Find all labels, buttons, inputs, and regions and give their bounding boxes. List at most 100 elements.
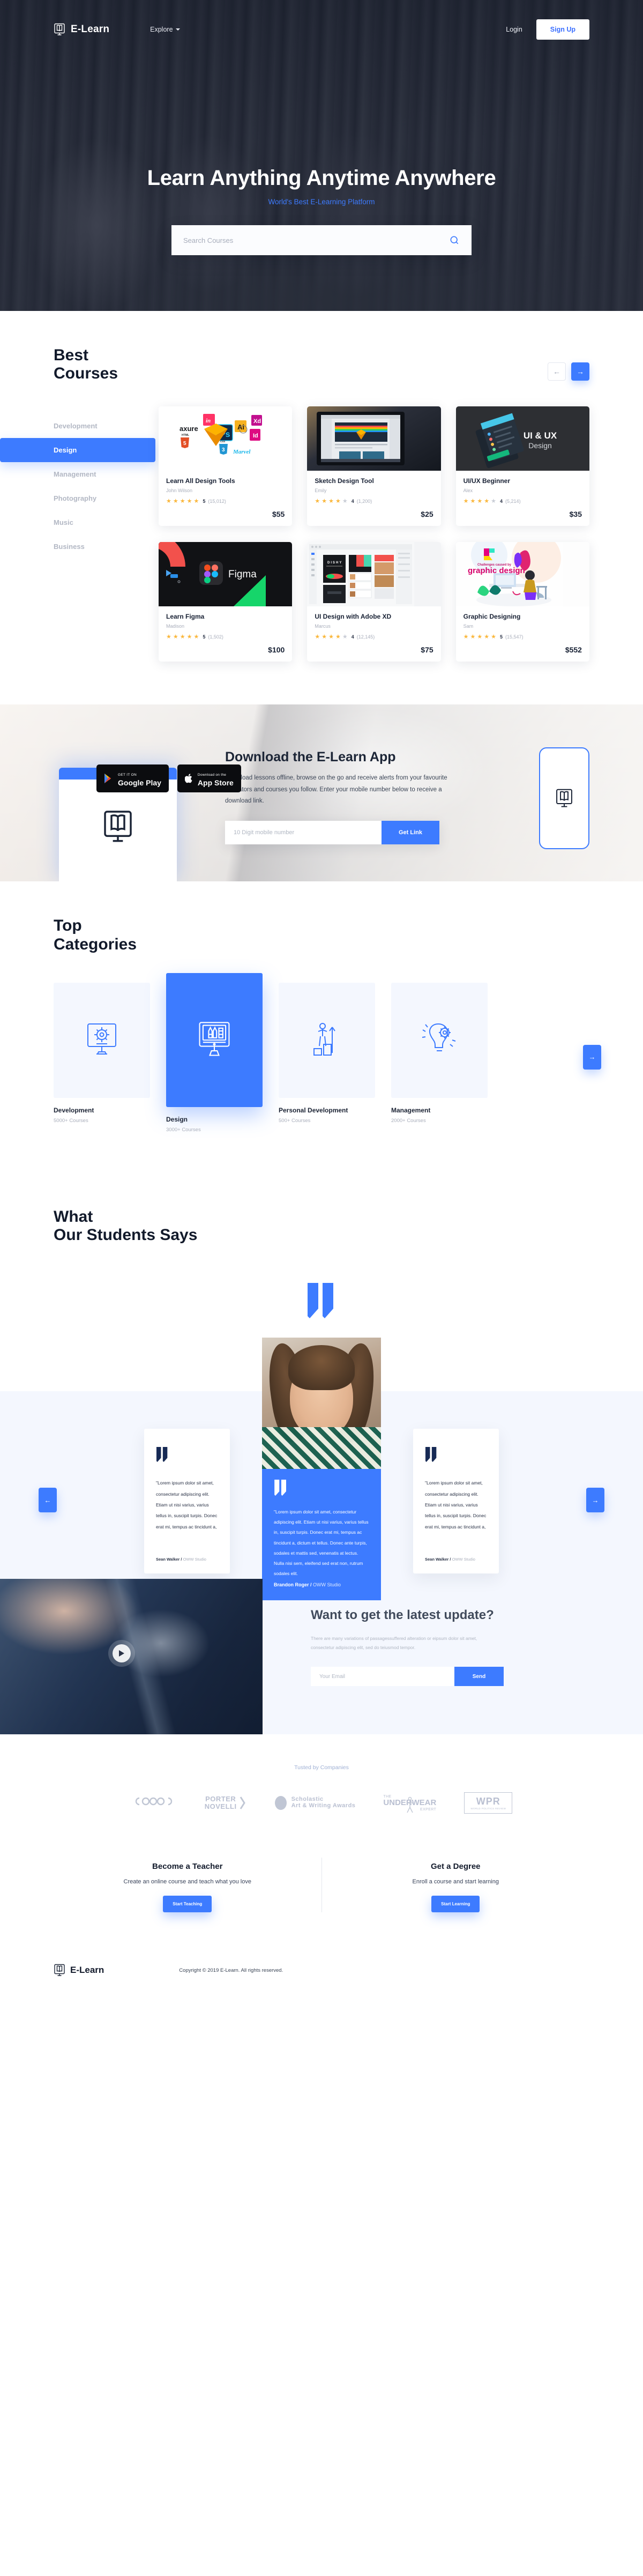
- testimonial-text: "Lorem ipsum dolor sit amet, consectetur…: [156, 1480, 218, 1530]
- send-button[interactable]: Send: [454, 1667, 504, 1687]
- start-learning-button[interactable]: Start Learning: [431, 1896, 480, 1913]
- category-card-development[interactable]: Development 5000+ Courses: [54, 982, 150, 1133]
- hero-search-bar[interactable]: [171, 225, 472, 255]
- search-icon[interactable]: [449, 235, 460, 246]
- login-link[interactable]: Login: [506, 26, 522, 33]
- category-item-music[interactable]: Music: [0, 510, 155, 534]
- monitor-gear-icon: [87, 1023, 116, 1055]
- app-store-large-label: App Store: [197, 778, 234, 788]
- course-title: Learn All Design Tools: [166, 477, 235, 485]
- porter-novelli-line1: PORTER: [205, 1795, 236, 1803]
- testimonials-header: What Our Students Says: [0, 1208, 643, 1244]
- testimonial-company: OWW Studio: [183, 1557, 206, 1562]
- testimonial-cards-row: "Lorem ipsum dolor sit amet, consectetur…: [0, 1332, 643, 1600]
- course-thumbnail-figma: Figma: [159, 542, 293, 607]
- course-rating: ★ ★ ★ ★ ★ 5 (15,547): [463, 633, 582, 640]
- chevron-down-icon: [175, 28, 180, 31]
- logo-scholastic: Scholastic Art & Writing Awards: [274, 1795, 356, 1811]
- best-courses-title: Best Courses: [54, 346, 118, 383]
- course-card-body: Learn Figma Madison ★ ★ ★ ★ ★ 5 (1,502) $100: [159, 606, 292, 662]
- search-input[interactable]: [183, 236, 449, 244]
- chevron-right-icon: [240, 1796, 245, 1809]
- course-card[interactable]: DISHY UI Design with Adobe XD Marcus ★ ★…: [307, 542, 441, 662]
- course-author: Alex: [463, 488, 473, 494]
- star-icon: ★: [477, 498, 483, 505]
- category-card-name: Design: [166, 1115, 188, 1123]
- newsletter-title: Want to get the latest update?: [311, 1608, 494, 1623]
- svg-text:HTML: HTML: [182, 434, 189, 437]
- course-card-body: Learn All Design Tools John Wilson ★ ★ ★ ★ ★…: [159, 471, 292, 526]
- course-card-body: UI/UX Beginner Alex ★ ★ ★ ★ ★ 4 (5,214) $35: [456, 471, 589, 526]
- mobile-number-input[interactable]: [225, 821, 382, 845]
- star-icon: ★: [180, 498, 185, 505]
- brand-logo[interactable]: E-Learn: [54, 23, 109, 36]
- cta-degree-title: Get a Degree: [430, 1861, 481, 1871]
- get-link-button[interactable]: Get Link: [382, 821, 439, 845]
- course-rating: ★ ★ ★ ★ ★ 4 (5,214): [463, 498, 582, 504]
- category-item-business[interactable]: Business: [0, 534, 155, 559]
- course-thumbnail-uiux: UI & UX Design: [455, 406, 589, 471]
- category-item-management[interactable]: Management: [0, 462, 155, 486]
- star-icon: ★: [484, 498, 490, 505]
- google-play-badge[interactable]: GET IT ON Google Play: [96, 764, 169, 793]
- course-card[interactable]: Challenges caused by graphic design Grap…: [455, 542, 589, 662]
- category-item-design[interactable]: Design: [0, 438, 155, 463]
- course-author: John Wilson: [166, 488, 193, 494]
- play-video-button[interactable]: [113, 1644, 131, 1663]
- nav-item-explore[interactable]: Explore: [150, 26, 180, 33]
- top-nav-actions: Login Sign Up: [506, 19, 589, 40]
- testimonial-card-center[interactable]: "Lorem ipsum dolor sit amet, consectetur…: [262, 1338, 381, 1600]
- star-icon: ★: [328, 498, 334, 505]
- download-monitor-mockup: [54, 704, 188, 882]
- top-categories-title-line2: Categories: [54, 935, 137, 953]
- course-card[interactable]: UI & UX Design UI/UX Beginner Alex ★ ★ ★ ★ ★…: [455, 406, 589, 526]
- cta-teacher-title: Become a Teacher: [152, 1861, 223, 1871]
- course-card[interactable]: Figma Learn Figma Madison ★ ★ ★ ★ ★ 5 (1,502…: [159, 542, 293, 662]
- star-icon: ★: [166, 498, 171, 505]
- google-play-badge-text: GET IT ON Google Play: [118, 769, 161, 788]
- email-input[interactable]: [311, 1667, 454, 1687]
- quote-mark-icon: [156, 1447, 218, 1465]
- category-card-count: 2000+ Courses: [391, 1117, 426, 1124]
- best-courses-slider-nav: ← →: [548, 362, 589, 381]
- category-card-design[interactable]: Design 3000+ Courses: [166, 973, 263, 1133]
- start-teaching-button[interactable]: Start Teaching: [163, 1896, 212, 1913]
- testimonials-title-line2: Our Students Says: [54, 1226, 198, 1244]
- category-item-development[interactable]: Development: [0, 414, 155, 438]
- svg-text:CSS: CSS: [220, 440, 225, 443]
- course-card[interactable]: Sketch Design Tool Emily ★ ★ ★ ★ ★ 4 (1,200)…: [307, 406, 441, 526]
- category-card-personal-development[interactable]: Personal Development 500+ Courses: [279, 982, 375, 1133]
- logo-porter-novelli: PORTER NOVELLI: [205, 1795, 246, 1811]
- star-icon: ★: [477, 634, 483, 641]
- course-title: UI/UX Beginner: [463, 477, 511, 485]
- footer-brand-logo[interactable]: E-Learn: [54, 1964, 104, 1977]
- testimonials-prev-button[interactable]: ←: [39, 1488, 57, 1513]
- course-rating: ★ ★ ★ ★ ★ 4 (12,145): [315, 633, 433, 640]
- top-categories-next-button[interactable]: →: [583, 1044, 601, 1070]
- person-growth-icon: [313, 1023, 335, 1056]
- category-item-photography[interactable]: Photography: [0, 486, 155, 510]
- star-icon: ★: [491, 498, 497, 505]
- star-icon: ★: [322, 498, 327, 505]
- google-play-large-label: Google Play: [118, 778, 161, 788]
- testimonial-attribution: Sean Walker / OWW Studio: [156, 1543, 218, 1562]
- photo-detail: [288, 1345, 355, 1391]
- newsletter-form: Send: [311, 1667, 504, 1687]
- best-courses-prev-button[interactable]: ←: [548, 362, 566, 381]
- course-card[interactable]: axure in Ps Ai Xd Id HTML5 CSS3 Marvel: [159, 406, 293, 526]
- course-rating-value: 4: [351, 498, 354, 504]
- course-card-body: Graphic Designing Sam ★ ★ ★ ★ ★ 5 (15,547) $…: [456, 606, 589, 662]
- svg-text:Ai: Ai: [237, 423, 244, 431]
- best-courses-next-button[interactable]: →: [571, 362, 589, 381]
- signup-button[interactable]: Sign Up: [536, 19, 589, 40]
- category-card-management[interactable]: Management 2000+ Courses: [391, 982, 488, 1133]
- course-review-count: (12,145): [356, 634, 375, 640]
- page-footer: E-Learn Copyright © 2019 E-Learn. All ri…: [0, 1950, 643, 1999]
- svg-text:3: 3: [222, 447, 225, 453]
- testimonial-card-right[interactable]: "Lorem ipsum dolor sit amet, consectetur…: [413, 1429, 499, 1574]
- svg-text:Xd: Xd: [253, 418, 261, 425]
- testimonial-company: OWW Studio: [313, 1582, 341, 1587]
- testimonial-card-left[interactable]: "Lorem ipsum dolor sit amet, consectetur…: [144, 1429, 230, 1574]
- testimonials-next-button[interactable]: →: [586, 1488, 604, 1513]
- app-store-badge[interactable]: Download on the App Store: [177, 764, 241, 793]
